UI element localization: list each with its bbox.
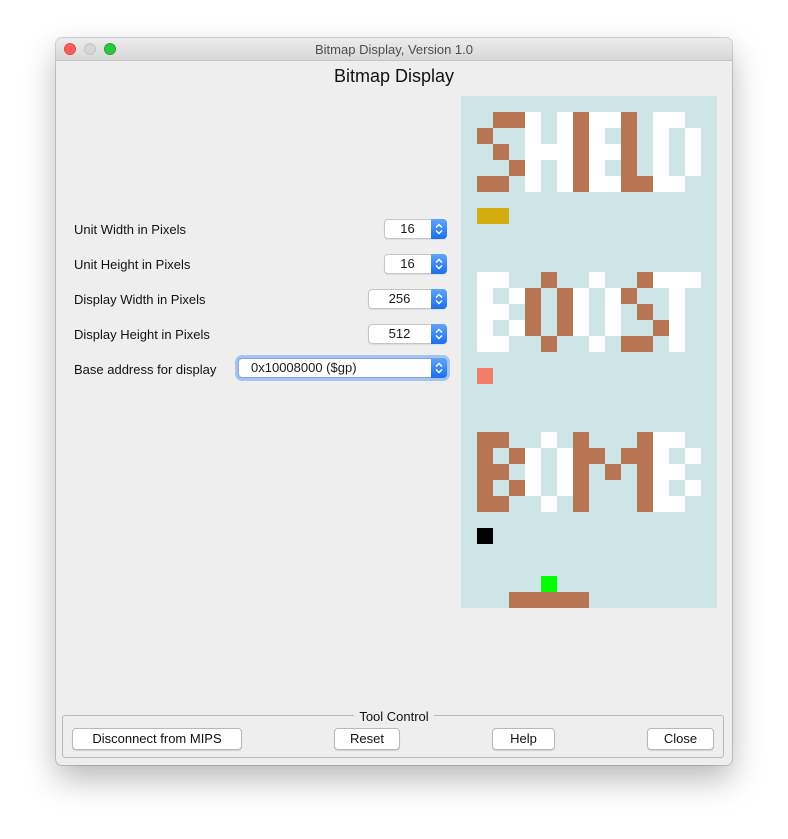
chevron-updown-icon[interactable] bbox=[431, 358, 447, 378]
bitmap-canvas bbox=[461, 96, 717, 608]
display-width-select[interactable]: 256 bbox=[368, 289, 447, 309]
disconnect-button[interactable]: Disconnect from MIPS bbox=[72, 728, 242, 750]
page-title: Bitmap Display bbox=[333, 66, 455, 86]
close-button[interactable]: Close bbox=[647, 728, 714, 750]
unit-height-label: Unit Height in Pixels bbox=[74, 257, 191, 272]
chevron-updown-icon[interactable] bbox=[431, 289, 447, 309]
unit-height-value: 16 bbox=[400, 256, 415, 271]
base-address-value: 0x10008000 ($gp) bbox=[251, 360, 357, 375]
chevron-updown-icon[interactable] bbox=[431, 324, 447, 344]
help-button[interactable]: Help bbox=[492, 728, 555, 750]
boost-block bbox=[477, 368, 493, 384]
base-address-label: Base address for display bbox=[74, 362, 217, 377]
display-height-label: Display Height in Pixels bbox=[74, 327, 210, 342]
unit-width-value: 16 bbox=[400, 221, 415, 236]
bitmap-display-window: Bitmap Display, Version 1.0 Bitmap Displ… bbox=[56, 38, 732, 765]
reset-button[interactable]: Reset bbox=[334, 728, 400, 750]
paddle bbox=[509, 592, 589, 608]
chevron-updown-icon[interactable] bbox=[431, 254, 447, 274]
base-address-select[interactable]: 0x10008000 ($gp) bbox=[238, 358, 447, 378]
shield-block bbox=[477, 208, 509, 224]
display-height-value: 512 bbox=[388, 326, 411, 341]
display-width-label: Display Width in Pixels bbox=[74, 292, 206, 307]
window-title: Bitmap Display, Version 1.0 bbox=[315, 42, 473, 57]
title-bar: Bitmap Display, Version 1.0 bbox=[56, 38, 732, 61]
chevron-updown-icon[interactable] bbox=[431, 219, 447, 239]
unit-width-select[interactable]: 16 bbox=[384, 219, 447, 239]
display-width-value: 256 bbox=[388, 291, 411, 306]
unit-width-label: Unit Width in Pixels bbox=[74, 222, 186, 237]
display-height-select[interactable]: 512 bbox=[368, 324, 447, 344]
unit-height-select[interactable]: 16 bbox=[384, 254, 447, 274]
player-pixel bbox=[541, 576, 557, 592]
tool-control-title: Tool Control bbox=[354, 709, 434, 724]
bomb-block bbox=[477, 528, 493, 544]
